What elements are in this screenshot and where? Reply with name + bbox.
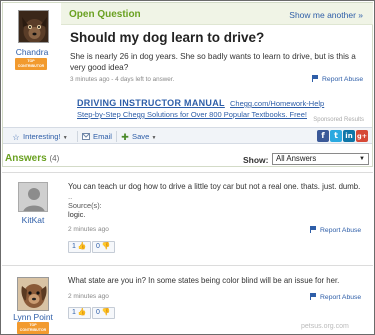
answers-filter-select[interactable]: All Answers ▼ (272, 153, 369, 165)
answers-heading: Answers (4) (5, 153, 59, 164)
question-header-bar: Open Question Show me another » (61, 3, 373, 25)
answers-filter-value: All Answers (276, 154, 317, 163)
thumbs-down-icon: 👎 (101, 309, 111, 316)
top-contributor-badge: TOP CONTRIBUTOR (17, 322, 49, 334)
answer-timestamp: 2 minutes ago (68, 293, 109, 300)
thumbs-up-icon: 👍 (77, 309, 87, 316)
dog-photo-icon (19, 11, 48, 42)
report-abuse-label: Report Abuse (322, 76, 364, 83)
email-button[interactable]: Email (82, 132, 112, 141)
google-plus-icon[interactable]: g+ (356, 130, 368, 142)
answer-divider (2, 172, 373, 173)
chevron-down-icon: ▼ (151, 135, 157, 141)
report-abuse-link[interactable]: Report Abuse (312, 75, 363, 83)
flag-icon (310, 293, 317, 300)
thumbs-up-count: 1 (72, 243, 76, 250)
thumbs-down-icon: 👎 (101, 243, 111, 250)
ad-url[interactable]: Chegg.com/Homework-Help (230, 99, 324, 108)
thumbs-down-button[interactable]: 0 👎 (92, 307, 115, 319)
answer-text: What state are you in? In some states be… (68, 276, 340, 285)
show-me-another-link[interactable]: Show me another » (289, 10, 363, 20)
avatar[interactable] (17, 277, 49, 311)
open-question-label: Open Question (69, 9, 141, 20)
report-abuse-label: Report Abuse (320, 227, 362, 234)
thumbs-up-button[interactable]: 1 👍 (68, 241, 91, 253)
avatar[interactable] (18, 10, 49, 43)
report-abuse-link[interactable]: Report Abuse (310, 293, 361, 301)
ad-title[interactable]: DRIVING INSTRUCTOR MANUAL (77, 98, 369, 108)
answerer-name[interactable]: Lynn Point (4, 312, 62, 322)
facebook-icon[interactable]: f (317, 130, 329, 142)
thumbs-down-count: 0 (96, 243, 100, 250)
question-title: Should my dog learn to drive? (70, 30, 265, 45)
thumbs-up-button[interactable]: 1 👍 (68, 307, 91, 319)
envelope-icon (82, 133, 90, 141)
toolbar-divider (77, 131, 78, 142)
asker-name[interactable]: Chandra (3, 47, 61, 57)
default-user-icon (19, 183, 47, 211)
sponsored-label: Sponsored Results (313, 117, 364, 123)
dog-photo-icon (18, 278, 48, 310)
twitter-icon[interactable]: t (330, 130, 342, 142)
question-body: She is nearly 26 in dog years. She so ba… (70, 52, 356, 72)
save-label: Save (132, 132, 150, 141)
answer-timestamp: 2 minutes ago (68, 226, 109, 233)
answers-page: Open Question Show me another » Chandra … (0, 0, 375, 335)
plus-icon: ✚ (121, 132, 129, 142)
interesting-button[interactable]: ☆ Interesting! ▼ (12, 132, 68, 142)
answer-text: You can teach ur dog how to drive a litt… (68, 182, 361, 191)
answers-count: (4) (49, 154, 60, 163)
watermark: petsus.org.com (301, 323, 349, 330)
report-abuse-label: Report Abuse (320, 294, 362, 301)
chevron-down-icon: ▼ (359, 156, 365, 162)
top-contributor-badge: TOP CONTRIBUTOR (15, 58, 47, 70)
save-button[interactable]: ✚ Save ▼ (121, 132, 157, 142)
linkedin-icon[interactable]: in (343, 130, 355, 142)
toolbar-divider (116, 131, 117, 142)
sponsored-ad[interactable]: DRIVING INSTRUCTOR MANUAL Chegg.com/Home… (77, 98, 369, 119)
answers-title: Answers (5, 153, 47, 164)
question-panel: Open Question Show me another » Chandra … (2, 2, 373, 167)
question-timestamp: 3 minutes ago - 4 days left to answer. (70, 76, 175, 83)
email-label: Email (93, 132, 112, 141)
show-filter-label: Show: (243, 155, 269, 165)
thumbs-down-button[interactable]: 0 👎 (92, 241, 115, 253)
answerer-name[interactable]: KitKat (4, 215, 62, 225)
chevron-down-icon: ▼ (62, 135, 68, 141)
question-toolbar: ☆ Interesting! ▼ Email ✚ Save ▼ f t in g+ (3, 127, 372, 144)
report-abuse-link[interactable]: Report Abuse (310, 226, 361, 234)
source-value: logic. (68, 210, 86, 219)
interesting-label: Interesting! (23, 132, 61, 141)
avatar[interactable] (18, 182, 48, 212)
flag-icon (312, 75, 319, 82)
answer-divider (2, 265, 373, 266)
source-label: Source(s): (68, 201, 102, 210)
flag-icon (310, 226, 317, 233)
thumbs-up-count: 1 (72, 309, 76, 316)
thumbs-down-count: 0 (96, 309, 100, 316)
star-icon: ☆ (12, 133, 20, 142)
thumbs-up-icon: 👍 (77, 243, 87, 250)
